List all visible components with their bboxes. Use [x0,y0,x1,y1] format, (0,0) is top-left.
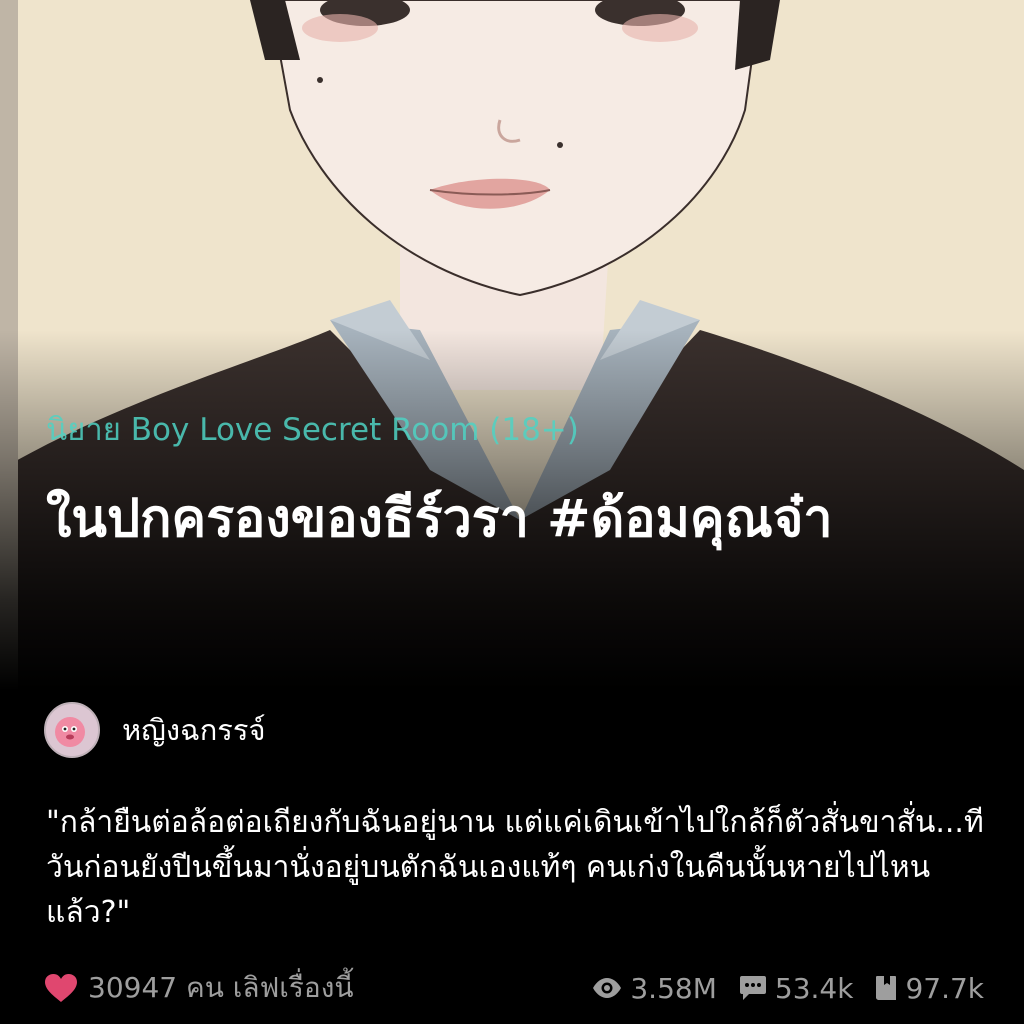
author-avatar[interactable] [44,702,100,758]
novel-title: ในปกครองของธีร์วรา #ด้อมคุณจ๋า [46,489,833,549]
love-stat[interactable]: 30947 คน เลิฟเรื่องนี้ [44,966,354,1010]
eye-icon [593,978,622,998]
stats-bar: 30947 คน เลิฟเรื่องนี้ 3.58M 53.4k 97.7k [44,964,984,1012]
views-count: 3.58M [630,971,717,1005]
bookmarks-stat[interactable]: 97.7k [875,972,984,1005]
cover-image [0,0,1024,690]
heart-icon[interactable] [44,973,78,1003]
comments-count: 53.4k [774,971,854,1005]
avatar-icon [46,704,98,756]
novel-synopsis: "กล้ายืนต่อล้อต่อเถียงกับฉันอยู่นาน แต่แ… [46,805,984,930]
book-icon [876,976,897,1000]
bookmarks-count: 97.7k [905,971,984,1005]
novel-detail-page: นิยาย Boy Love Secret Room (18+) ในปกครอ… [0,0,1024,1024]
author-name[interactable]: หญิงฉกรรจ์ [122,707,265,753]
comments-stat[interactable]: 53.4k [739,971,854,1005]
love-count-text: 30947 คน เลิฟเรื่องนี้ [88,971,354,1004]
comment-icon [739,976,766,1000]
author-row[interactable]: หญิงฉกรรจ์ [44,702,265,758]
novel-category-link[interactable]: นิยาย Boy Love Secret Room (18+) [46,404,579,454]
cover-illustration [0,0,1024,690]
stats-right: 3.58M 53.4k 97.7k [570,972,984,1005]
views-stat: 3.58M [592,972,717,1005]
